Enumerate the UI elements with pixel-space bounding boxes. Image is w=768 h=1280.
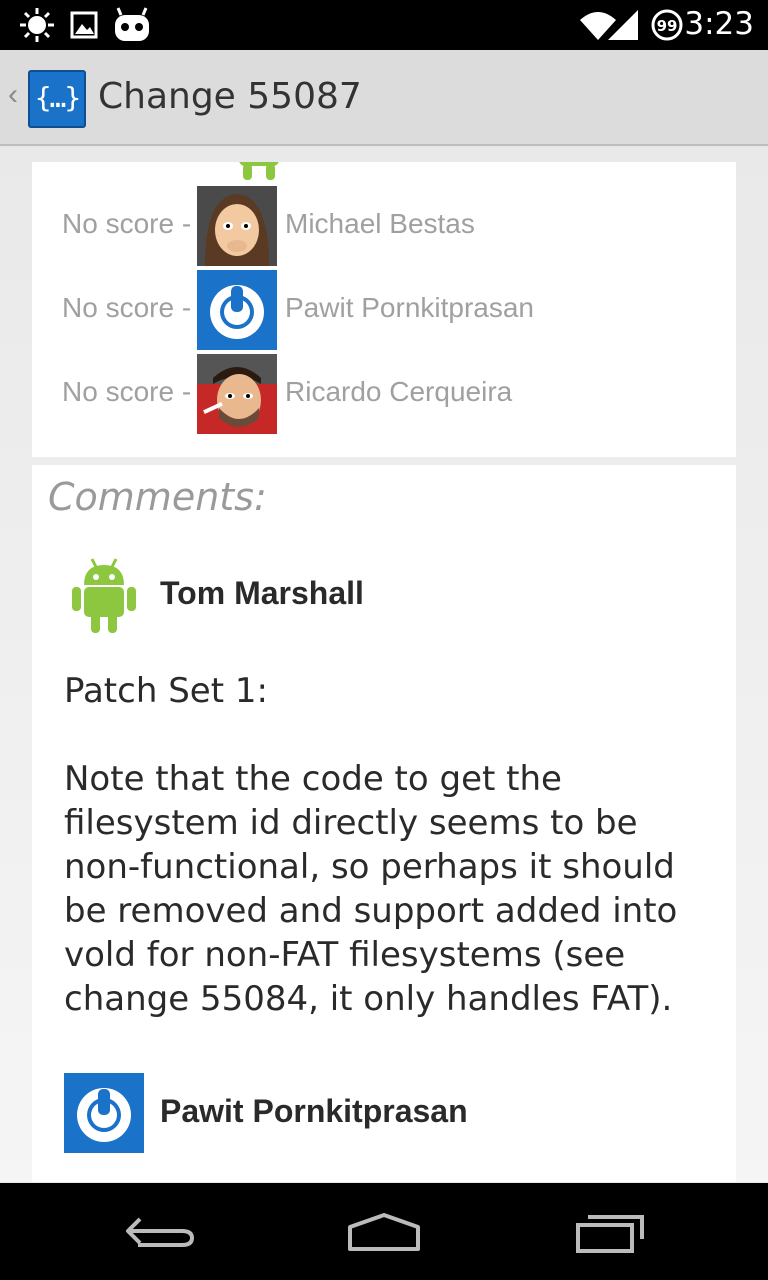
page-title: Change 55087 — [98, 76, 362, 117]
comments-card: Comments: Tom Marshall Patch Set 1: Note… — [32, 465, 736, 1182]
comments-heading: Comments: — [48, 475, 267, 519]
cartoon-avatar — [197, 186, 277, 266]
recent-apps-icon[interactable] — [560, 1205, 660, 1261]
home-icon[interactable] — [334, 1205, 434, 1261]
reviewer-row[interactable]: No score - Pawit Pornkitprasan — [32, 266, 736, 350]
brightness-icon — [18, 6, 56, 49]
comment-author-name: Pawit Pornkitprasan — [160, 1093, 468, 1129]
android-avatar-icon — [64, 555, 144, 635]
back-icon[interactable] — [110, 1205, 210, 1261]
gerrit-power-avatar — [64, 1073, 144, 1153]
clock: 3:23 — [684, 6, 754, 42]
content-scroll[interactable]: No score - Michael Bestas No score - Paw… — [0, 148, 768, 1182]
signal-icon — [606, 6, 640, 49]
reviewers-card: No score - Michael Bestas No score - Paw… — [32, 162, 736, 457]
reviewer-score: No score - — [62, 376, 192, 407]
action-bar: ‹ {…} Change 55087 — [0, 50, 768, 146]
patch-set-label: Patch Set 1: — [64, 671, 268, 711]
cyanogen-bot-icon — [112, 6, 152, 49]
comment-text: Note that the code to get the filesystem… — [64, 759, 678, 1019]
reviewer-name: Pawit Pornkitprasan — [285, 292, 535, 323]
comment-author[interactable]: Pawit Pornkitprasan — [32, 1073, 736, 1153]
android-avatar-icon — [229, 162, 289, 182]
cartoon-avatar — [197, 354, 277, 434]
notification-count-icon: 99 — [650, 6, 684, 49]
comment-body: Patch Set 1: Note that the code to get t… — [64, 669, 714, 1065]
image-icon — [70, 6, 98, 49]
status-bar: 99 3:23 — [0, 0, 768, 50]
comment-author[interactable]: Tom Marshall — [32, 555, 736, 635]
back-chevron-icon[interactable]: ‹ — [8, 78, 18, 112]
reviewer-name: Ricardo Cerqueira — [285, 376, 513, 407]
reviewer-score: No score - — [62, 208, 192, 239]
reviewer-name: Michael Bestas — [285, 208, 475, 239]
reviewer-score: No score - — [62, 292, 192, 323]
svg-text:99: 99 — [657, 17, 678, 35]
app-logo-icon[interactable]: {…} — [28, 70, 86, 128]
reviewer-row[interactable]: No score - Michael Bestas — [32, 182, 736, 266]
navigation-bar — [0, 1183, 768, 1280]
comment-author-name: Tom Marshall — [160, 575, 364, 611]
gerrit-power-avatar — [197, 270, 277, 350]
reviewer-row[interactable]: No score - Ricardo Cerqueira — [32, 350, 736, 434]
